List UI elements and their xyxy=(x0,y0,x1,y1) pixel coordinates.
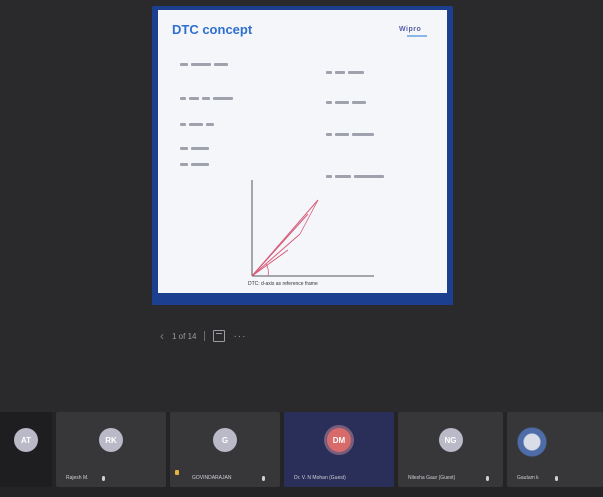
participant-name: Gautam k xyxy=(517,475,539,481)
participant-name: GOVINDARAJAN xyxy=(192,475,232,481)
mic-icon xyxy=(262,476,265,481)
participant-tile[interactable]: RK Rajesh M. xyxy=(56,412,166,487)
present-icon[interactable] xyxy=(213,330,226,342)
participant-name: Rajesh M. xyxy=(66,475,89,481)
company-logo: Wipro xyxy=(399,26,435,44)
equation-line xyxy=(180,116,217,127)
presentation-toolbar: ‹ 1 of 14 ··· xyxy=(160,326,246,346)
equation-line xyxy=(180,56,231,67)
avatar: NG xyxy=(438,428,463,452)
shared-slide: DTC concept Wipro DTC: d-axis as referen… xyxy=(158,10,447,293)
participant-name: Nilesha Gaur (Guest) xyxy=(408,475,456,481)
mic-icon xyxy=(102,476,105,481)
logo-text: Wipro xyxy=(399,26,422,33)
vector-diagram xyxy=(251,180,374,277)
mic-icon xyxy=(486,476,489,481)
participant-tile-active-speaker[interactable]: DM Dr. V. N Mohan (Guest) xyxy=(284,412,394,487)
logo-underline xyxy=(407,35,427,37)
participant-photo xyxy=(517,426,547,466)
equation-line xyxy=(326,64,367,75)
chevron-left-icon[interactable]: ‹ xyxy=(160,329,164,343)
mic-icon xyxy=(555,476,558,481)
participant-tile[interactable]: NG Nilesha Gaur (Guest) xyxy=(398,412,503,487)
toolbar-divider xyxy=(204,331,206,341)
equation-line xyxy=(326,126,377,137)
avatar: G xyxy=(213,428,237,452)
diagram-caption: DTC: d-axis as reference frame xyxy=(248,281,318,287)
participant-name: Dr. V. N Mohan (Guest) xyxy=(294,475,346,481)
participant-tile[interactable]: AT xyxy=(0,412,52,487)
participant-strip: AT RK Rajesh M. G GOVINDARAJAN DM Dr. V.… xyxy=(0,412,603,497)
shared-slide-frame: DTC concept Wipro DTC: d-axis as referen… xyxy=(152,6,453,305)
slide-footer-bar xyxy=(152,295,453,305)
avatar: AT xyxy=(14,428,38,452)
equation-line xyxy=(326,94,369,105)
raised-hand-icon xyxy=(175,470,179,475)
page-indicator: 1 of 14 xyxy=(172,331,197,341)
participant-tile[interactable]: G GOVINDARAJAN xyxy=(170,412,280,487)
presentation-stage: DTC concept Wipro DTC: d-axis as referen… xyxy=(0,0,603,412)
equation-line xyxy=(180,90,236,101)
equation-line xyxy=(180,156,212,167)
participant-tile[interactable]: Gautam k xyxy=(507,412,603,487)
equation-line xyxy=(180,140,212,151)
slide-title: DTC concept xyxy=(172,22,253,37)
avatar: RK xyxy=(99,428,123,452)
more-horizontal-icon[interactable]: ··· xyxy=(233,331,246,342)
avatar: DM xyxy=(327,428,351,452)
